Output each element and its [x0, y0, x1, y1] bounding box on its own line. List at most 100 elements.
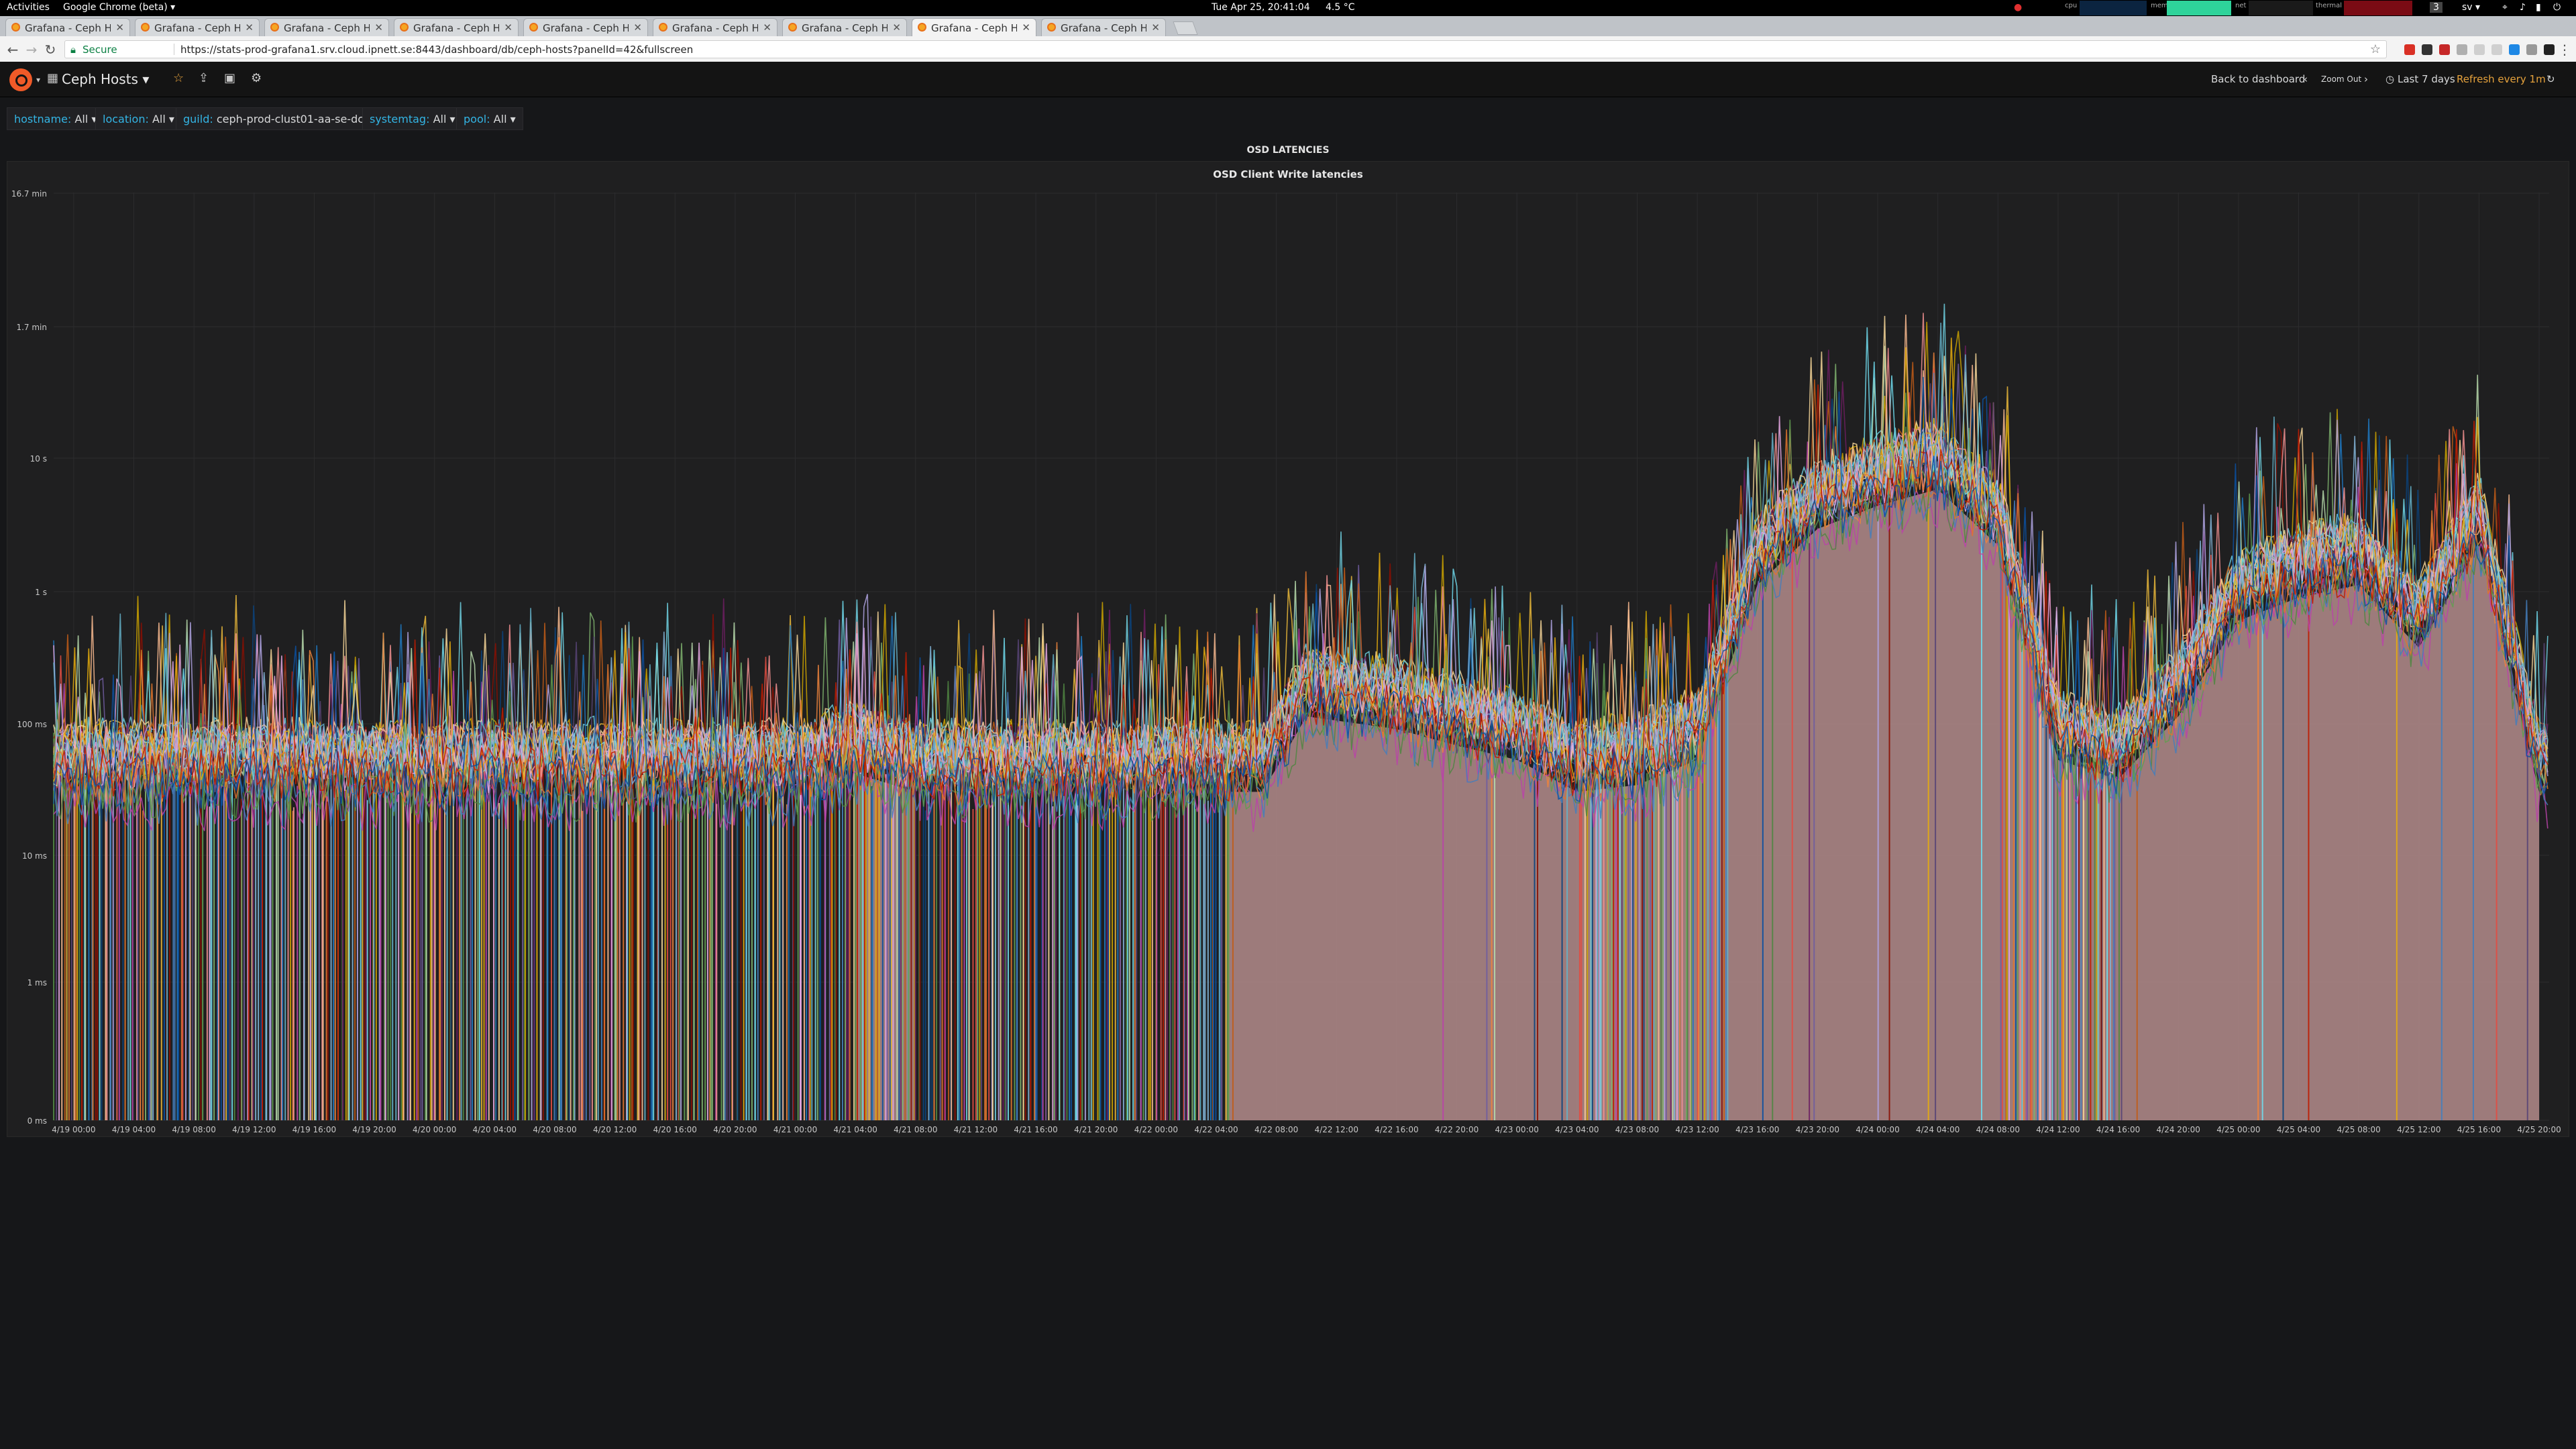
caret-down-icon[interactable]: ▾ — [36, 75, 40, 85]
x-tick-label: 4/20 16:00 — [653, 1125, 697, 1134]
grafana-logo-icon[interactable] — [9, 68, 32, 91]
address-bar[interactable]: 🔒︎ Secure https://stats-prod-grafana1.sr… — [64, 40, 2387, 58]
bookmark-star-icon[interactable]: ☆ — [2370, 42, 2381, 56]
grafana-navbar: ▾ ▦ Ceph Hosts ▾ ☆ ⇪ ▣ ⚙ Back to dashboa… — [0, 62, 2576, 97]
reload-icon[interactable]: ↻ — [43, 42, 58, 58]
x-tick-label: 4/25 20:00 — [2517, 1125, 2561, 1134]
language-menu[interactable]: sv ▾ — [2462, 2, 2480, 13]
mem-meter[interactable] — [2167, 1, 2231, 15]
series-fill — [1226, 489, 2540, 1120]
x-tick-label: 4/24 12:00 — [2036, 1125, 2080, 1134]
x-tick-label: 4/20 08:00 — [533, 1125, 576, 1134]
back-to-dashboard-button[interactable]: Back to dashboard — [2211, 73, 2305, 85]
close-tab-icon[interactable]: ✕ — [115, 21, 124, 34]
lock-icon: 🔒︎ — [70, 44, 76, 56]
grafana-favicon-icon — [270, 23, 279, 32]
x-tick-label: 4/19 16:00 — [292, 1125, 336, 1134]
meter-label: mem — [2151, 2, 2168, 9]
browser-tab[interactable]: Grafana - Ceph Hosts✕ — [1041, 18, 1166, 36]
x-tick-label: 4/20 00:00 — [413, 1125, 456, 1134]
extension-icon[interactable] — [2544, 44, 2555, 55]
browser-tab[interactable]: Grafana - Ceph Hosts✕ — [782, 18, 907, 36]
activities-button[interactable]: Activities — [7, 2, 50, 13]
extension-icon[interactable] — [2526, 44, 2537, 55]
browser-tab-active[interactable]: Grafana - Ceph Hosts✕ — [912, 18, 1036, 37]
time-shift-back-icon[interactable]: ‹ — [2304, 73, 2308, 85]
browser-tab[interactable]: Grafana - Ceph Hosts✕ — [394, 18, 519, 36]
extension-icon[interactable] — [2422, 44, 2432, 55]
y-tick-label: 16.7 min — [11, 189, 47, 199]
forward-icon[interactable]: → — [24, 42, 39, 58]
refresh-interval[interactable]: Refresh every 1m — [2457, 73, 2546, 85]
close-tab-icon[interactable]: ✕ — [633, 21, 642, 34]
browser-tab[interactable]: Grafana - Ceph Hosts✕ — [653, 18, 777, 36]
close-tab-icon[interactable]: ✕ — [763, 21, 771, 34]
variable-hostname[interactable]: hostname: All ▾ — [7, 107, 105, 130]
row-title[interactable]: OSD LATENCIES — [0, 145, 2576, 156]
close-tab-icon[interactable]: ✕ — [374, 21, 383, 34]
weather[interactable]: 4.5 °C — [1326, 2, 1355, 13]
y-tick-label: 100 ms — [17, 720, 47, 729]
variable-pool[interactable]: pool: All ▾ — [456, 107, 523, 130]
clock[interactable]: Tue Apr 25, 20:41:04 — [1212, 2, 1310, 13]
variable-systemtag[interactable]: systemtag: All ▾ — [362, 107, 463, 130]
net-meter[interactable] — [2249, 1, 2313, 15]
x-tick-label: 4/25 04:00 — [2277, 1125, 2320, 1134]
secure-label: Secure — [83, 44, 117, 56]
browser-tab[interactable]: Grafana - Ceph Hosts✕ — [135, 18, 260, 36]
extension-icon[interactable] — [2439, 44, 2450, 55]
save-icon[interactable]: ▣ — [224, 71, 235, 85]
share-icon[interactable]: ⇪ — [199, 71, 209, 85]
panel-title[interactable]: OSD Client Write latencies — [0, 168, 2576, 180]
grafana-favicon-icon — [659, 23, 667, 32]
thermal-meter[interactable] — [2344, 1, 2412, 15]
x-tick-label: 4/19 04:00 — [112, 1125, 156, 1134]
x-tick-label: 4/23 16:00 — [1735, 1125, 1779, 1134]
star-icon[interactable]: ☆ — [173, 71, 184, 85]
x-tick-label: 4/22 08:00 — [1254, 1125, 1298, 1134]
time-shift-forward-icon[interactable]: › — [2364, 73, 2368, 85]
chrome-menu-icon[interactable]: ⋮ — [2557, 42, 2572, 58]
cpu-meter[interactable] — [2080, 1, 2147, 15]
network-icon[interactable]: ⌖ — [2502, 2, 2508, 13]
clock-icon: ◷ — [2385, 73, 2395, 85]
x-tick-label: 4/23 04:00 — [1555, 1125, 1599, 1134]
new-tab-button[interactable] — [1173, 21, 1198, 35]
dashboard-title[interactable]: Ceph Hosts ▾ — [62, 71, 149, 87]
extension-adblock-icon[interactable] — [2404, 44, 2415, 55]
workspace-indicator[interactable]: 3 — [2430, 2, 2443, 13]
x-tick-label: 4/20 12:00 — [593, 1125, 637, 1134]
url-text[interactable]: https://stats-prod-grafana1.srv.cloud.ip… — [180, 44, 693, 56]
variable-guild[interactable]: guild: ceph-prod-clust01-aa-se-dc1 ▾ — [176, 107, 387, 130]
close-tab-icon[interactable]: ✕ — [504, 21, 513, 34]
x-tick-label: 4/22 16:00 — [1375, 1125, 1418, 1134]
x-tick-label: 4/25 00:00 — [2216, 1125, 2260, 1134]
extension-icon[interactable] — [2509, 44, 2520, 55]
x-tick-label: 4/21 12:00 — [954, 1125, 998, 1134]
y-tick-label: 10 ms — [22, 851, 47, 861]
zoom-out-button[interactable]: Zoom Out — [2321, 74, 2361, 84]
time-range-picker[interactable]: Last 7 days — [2398, 73, 2455, 85]
latency-chart[interactable]: 0 ms 1 ms 10 ms 100 ms 1 s 10 s 1.7 min 16.7 mi… — [7, 184, 2569, 1137]
back-icon[interactable]: ← — [5, 42, 20, 58]
extension-icon[interactable] — [2474, 44, 2485, 55]
extension-icon[interactable] — [2491, 44, 2502, 55]
settings-gear-icon[interactable]: ⚙ — [251, 71, 262, 85]
volume-icon[interactable]: ♪ — [2520, 2, 2526, 13]
battery-icon[interactable]: ▮ — [2536, 2, 2541, 13]
grafana-favicon-icon — [788, 23, 797, 32]
x-tick-label: 4/22 20:00 — [1435, 1125, 1479, 1134]
browser-tab[interactable]: Grafana - Ceph Hosts✕ — [523, 18, 648, 36]
power-icon[interactable]: ⏻ — [2553, 2, 2561, 13]
close-tab-icon[interactable]: ✕ — [1151, 21, 1160, 34]
browser-tab[interactable]: Grafana - Ceph Hosts✕ — [5, 18, 130, 36]
app-menu[interactable]: Google Chrome (beta) ▾ — [63, 2, 175, 13]
close-tab-icon[interactable]: ✕ — [1022, 21, 1030, 34]
browser-tab[interactable]: Grafana - Ceph Hosts✕ — [264, 18, 389, 36]
refresh-icon[interactable]: ↻ — [2546, 73, 2555, 85]
close-tab-icon[interactable]: ✕ — [892, 21, 901, 34]
extension-icon[interactable] — [2457, 44, 2467, 55]
x-tick-label: 4/24 08:00 — [1976, 1125, 2020, 1134]
close-tab-icon[interactable]: ✕ — [245, 21, 254, 34]
variable-location[interactable]: location: All ▾ — [95, 107, 182, 130]
